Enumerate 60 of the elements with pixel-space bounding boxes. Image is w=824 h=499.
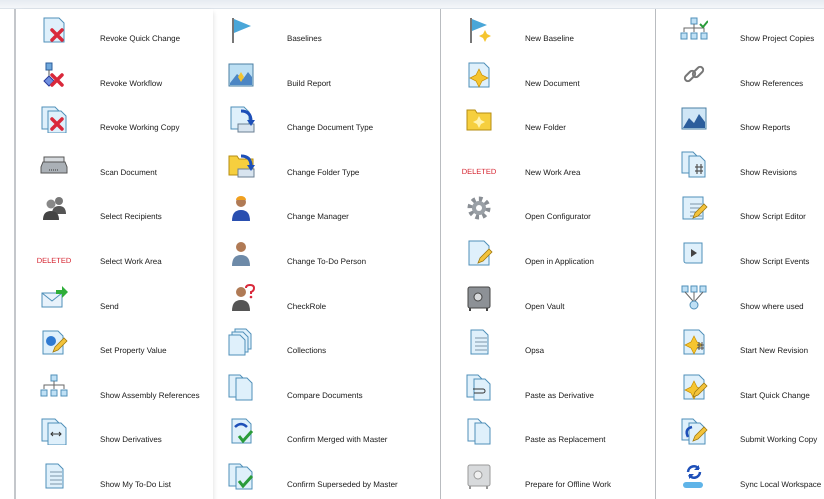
command-label[interactable]: Change To-Do Person bbox=[287, 256, 366, 266]
command-label[interactable]: Open Configurator bbox=[525, 212, 591, 222]
command-label[interactable]: Open in Application bbox=[525, 256, 594, 266]
command-label[interactable]: New Baseline bbox=[525, 34, 574, 43]
documents-cross-icon[interactable] bbox=[40, 105, 68, 134]
documents-icon[interactable] bbox=[227, 372, 255, 401]
command-label[interactable]: Revoke Quick Change bbox=[100, 34, 180, 43]
command-label[interactable]: Confirm Merged with Master bbox=[287, 435, 388, 444]
safe-pale-icon[interactable] bbox=[465, 462, 493, 490]
command-label[interactable]: Start New Revision bbox=[740, 346, 808, 356]
command-label[interactable]: Select Work Area bbox=[100, 256, 162, 266]
command-label[interactable]: Change Document Type bbox=[287, 123, 374, 132]
where-used-icon[interactable] bbox=[680, 284, 708, 312]
command-label[interactable]: Change Manager bbox=[287, 212, 349, 222]
command-label[interactable]: Show Project Copies bbox=[740, 34, 814, 43]
command-label[interactable]: Compare Documents bbox=[287, 390, 363, 400]
command-label[interactable]: Paste as Derivative bbox=[525, 390, 594, 400]
documents-pale-icon[interactable] bbox=[465, 417, 493, 446]
command-label[interactable]: Paste as Replacement bbox=[525, 435, 606, 444]
command-label[interactable]: CheckRole bbox=[287, 302, 326, 311]
command-label[interactable]: Show where used bbox=[740, 302, 804, 311]
command-label[interactable]: Set Property Value bbox=[100, 346, 167, 356]
command-label[interactable]: Open Vault bbox=[525, 302, 564, 311]
documents-arrows-icon[interactable] bbox=[40, 417, 68, 446]
command-label[interactable]: Prepare for Offline Work bbox=[525, 480, 611, 489]
command-label[interactable]: Show Reports bbox=[740, 123, 790, 132]
documents-clip-icon[interactable] bbox=[465, 372, 493, 401]
command-label[interactable]: Show Assembly References bbox=[100, 390, 200, 400]
command-label[interactable]: New Folder bbox=[525, 123, 566, 132]
documents-arrow-pencil-icon[interactable] bbox=[680, 417, 708, 446]
command-label[interactable]: Baselines bbox=[287, 34, 322, 43]
command-label[interactable]: Show Revisions bbox=[740, 168, 797, 177]
command-label[interactable]: Collections bbox=[287, 346, 326, 356]
command-label[interactable]: Opsa bbox=[525, 346, 544, 356]
command-label[interactable]: Revoke Working Copy bbox=[100, 123, 180, 132]
command-label[interactable]: Select Recipients bbox=[100, 212, 162, 222]
safe-icon[interactable] bbox=[465, 284, 493, 312]
command-label[interactable]: Show Derivatives bbox=[100, 435, 162, 444]
command-label[interactable]: Scan Document bbox=[100, 168, 157, 177]
command-label[interactable]: Start Quick Change bbox=[740, 390, 810, 400]
report-picture-icon[interactable] bbox=[227, 60, 255, 89]
command-label[interactable]: Build Report bbox=[287, 78, 332, 88]
command-label[interactable]: Submit Working Copy bbox=[740, 435, 818, 444]
command-label[interactable]: Show My To-Do List bbox=[100, 480, 171, 489]
documents-check-icon[interactable] bbox=[227, 462, 255, 490]
command-label[interactable]: Show Script Editor bbox=[740, 212, 806, 222]
command-label[interactable]: Sync Local Workspace bbox=[740, 480, 822, 489]
command-label[interactable]: New Document bbox=[525, 78, 580, 88]
people-icon[interactable] bbox=[40, 194, 68, 222]
command-label[interactable]: Confirm Superseded by Master bbox=[287, 480, 398, 489]
command-label[interactable]: Show References bbox=[740, 78, 804, 88]
command-label[interactable]: Revoke Workflow bbox=[100, 78, 162, 88]
document-hash-icon[interactable] bbox=[680, 150, 708, 178]
command-label[interactable]: Send bbox=[100, 302, 119, 311]
pencil-paper-icon[interactable] bbox=[680, 194, 708, 222]
document-info-pencil-icon[interactable] bbox=[40, 328, 68, 356]
command-label[interactable]: Show Script Events bbox=[740, 256, 810, 266]
gear-icon[interactable] bbox=[465, 194, 493, 222]
command-label[interactable]: Change Folder Type bbox=[287, 168, 360, 177]
command-label[interactable]: New Work Area bbox=[525, 168, 580, 177]
